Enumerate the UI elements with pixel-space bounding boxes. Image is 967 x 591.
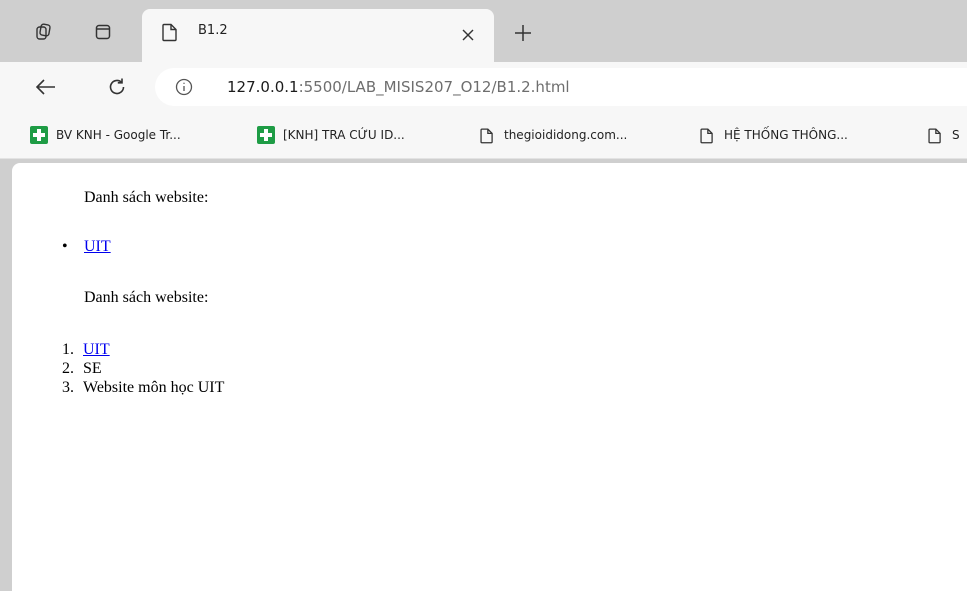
- sheets-icon: [30, 126, 48, 144]
- uit-link[interactable]: UIT: [83, 341, 110, 358]
- tab-title: B1.2: [198, 23, 228, 38]
- sheets-icon: [257, 126, 275, 144]
- bookmark-label: S: [952, 128, 960, 142]
- list-item: • UIT: [62, 238, 111, 256]
- list-item-text: SE: [83, 360, 102, 377]
- page-content: Danh sách website: • UIT Danh sách websi…: [12, 163, 967, 591]
- tab-actions-icon[interactable]: [87, 16, 119, 48]
- bullet-marker: •: [62, 238, 68, 255]
- list-heading-2: Danh sách website:: [84, 289, 209, 306]
- url-text[interactable]: 127.0.0.1:5500/LAB_MISIS207_O12/B1.2.htm…: [227, 78, 570, 96]
- plus-icon[interactable]: [510, 20, 536, 46]
- tab-strip: B1.2: [0, 0, 967, 62]
- bookmark-label: BV KNH - Google Tr...: [56, 128, 181, 142]
- list-item-text: Website môn học UIT: [83, 379, 225, 396]
- bookmarks-bar: BV KNH - Google Tr... [KNH] TRA CỨU ID..…: [0, 112, 967, 159]
- bookmark-item[interactable]: BV KNH - Google Tr...: [30, 126, 181, 144]
- list-item: 3. Website môn học UIT: [62, 378, 224, 397]
- uit-link[interactable]: UIT: [84, 238, 111, 255]
- url-path: :5500/LAB_MISIS207_O12/B1.2.html: [298, 78, 570, 96]
- url-host: 127.0.0.1: [227, 78, 299, 96]
- bookmark-label: HỆ THỐNG THÔNG...: [724, 128, 848, 142]
- bookmark-item[interactable]: thegioididong.com...: [478, 126, 627, 144]
- workspaces-icon[interactable]: [28, 16, 60, 48]
- bookmark-item[interactable]: HỆ THỐNG THÔNG...: [698, 126, 848, 144]
- toolbar: 127.0.0.1:5500/LAB_MISIS207_O12/B1.2.htm…: [0, 62, 967, 112]
- close-icon[interactable]: [460, 27, 476, 43]
- list-number: 2.: [62, 360, 74, 377]
- ordered-list: 1. UIT 2. SE 3. Website môn học UIT: [62, 340, 224, 397]
- page-icon: [478, 126, 496, 144]
- unordered-list: • UIT: [62, 238, 111, 256]
- list-heading-1: Danh sách website:: [84, 189, 209, 206]
- page-icon: [162, 22, 178, 46]
- page-icon: [698, 126, 716, 144]
- page-icon: [926, 126, 944, 144]
- browser-window: B1.2 127.0.0.1:5500/LAB_MISIS207_O12/B1.…: [0, 0, 967, 591]
- info-icon[interactable]: [175, 78, 193, 100]
- bookmark-label: thegioididong.com...: [504, 128, 628, 142]
- bookmark-item[interactable]: [KNH] TRA CỨU ID...: [257, 126, 405, 144]
- bookmark-label: [KNH] TRA CỨU ID...: [283, 128, 405, 142]
- back-arrow-icon[interactable]: [30, 71, 62, 103]
- list-number: 1.: [62, 341, 74, 358]
- bookmark-item[interactable]: S: [926, 126, 960, 144]
- list-item: 2. SE: [62, 359, 224, 378]
- page-viewport: Danh sách website: • UIT Danh sách websi…: [12, 163, 967, 591]
- address-bar[interactable]: 127.0.0.1:5500/LAB_MISIS207_O12/B1.2.htm…: [155, 68, 967, 106]
- list-number: 3.: [62, 379, 74, 396]
- list-item: 1. UIT: [62, 340, 224, 359]
- tab-active[interactable]: B1.2: [142, 9, 494, 62]
- reload-icon[interactable]: [101, 71, 133, 103]
